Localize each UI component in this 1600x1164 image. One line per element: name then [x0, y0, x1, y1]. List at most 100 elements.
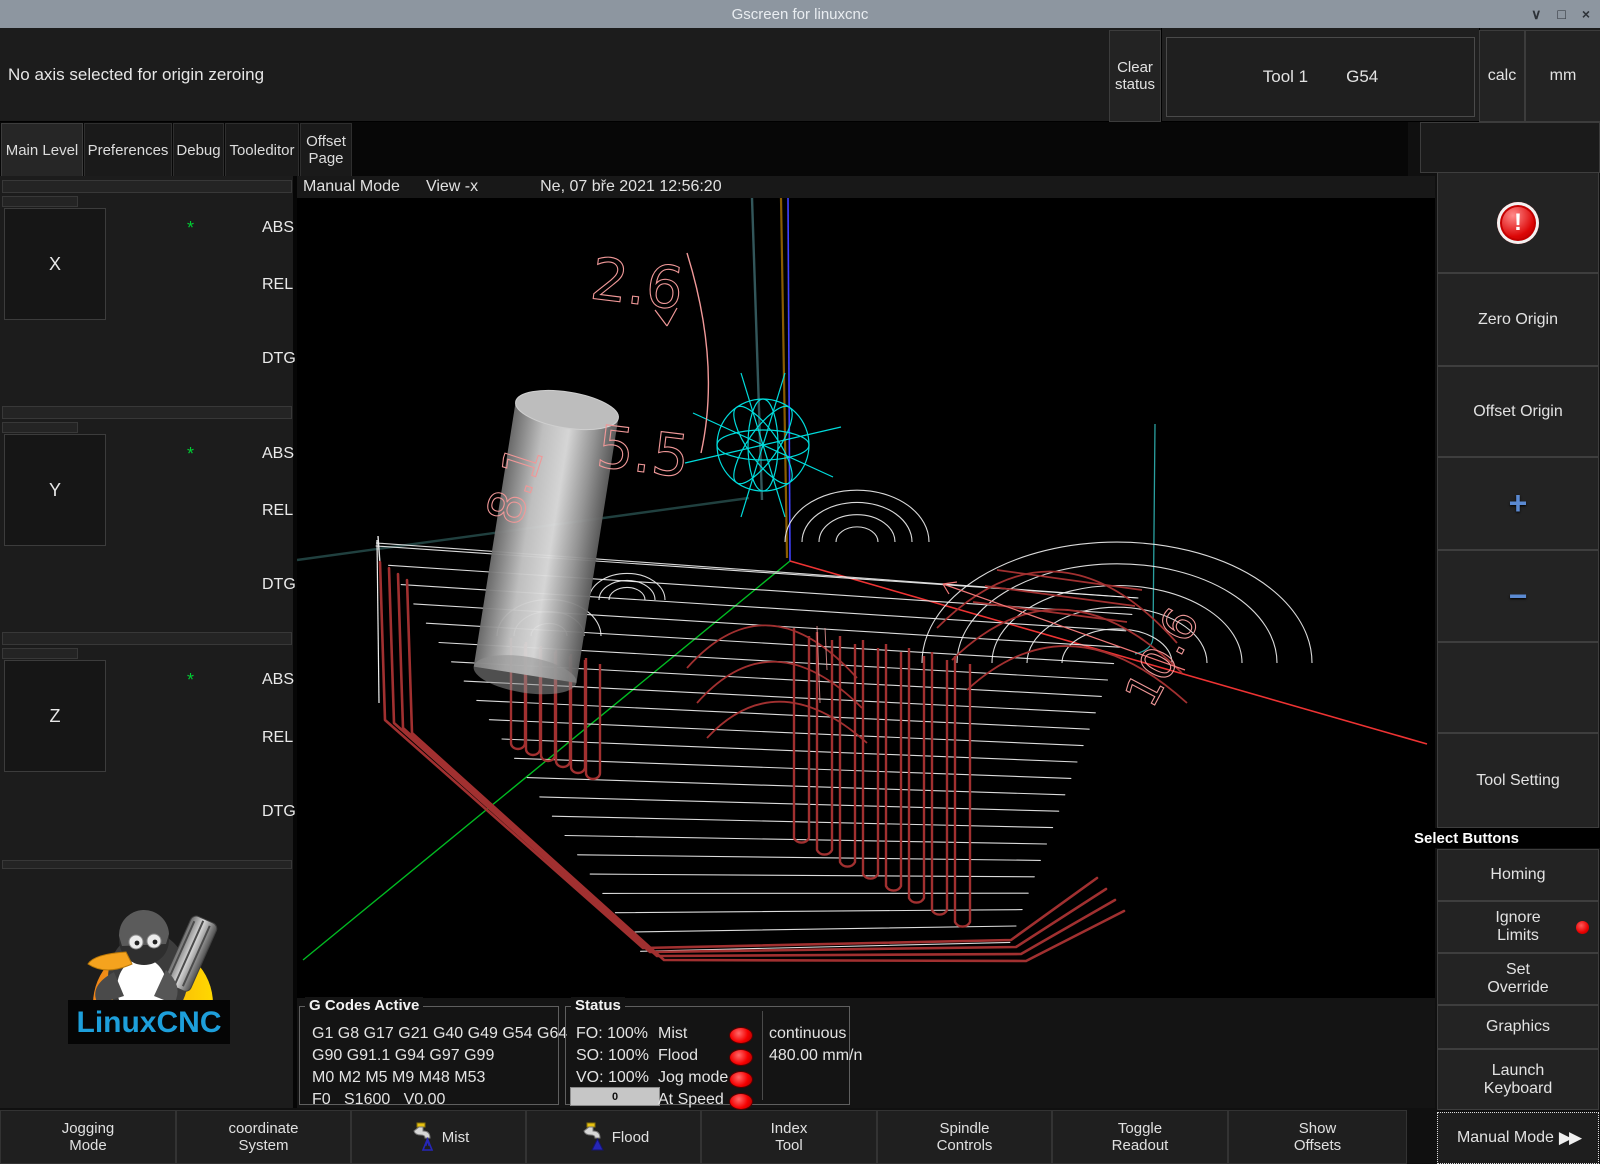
- tool-setting-button[interactable]: Tool Setting: [1437, 733, 1599, 828]
- abs-label-x: ABS: [262, 219, 294, 237]
- view-label: View -x: [426, 178, 478, 196]
- flood-button[interactable]: Flood: [526, 1110, 701, 1164]
- minimize-icon[interactable]: ∨: [1531, 6, 1541, 23]
- gscreen-window: Gscreen for linuxcnc ∨ □ × No axis selec…: [0, 0, 1600, 1164]
- minus-icon: −: [1509, 578, 1528, 615]
- velocity-override: VO: 100%: [576, 1069, 649, 1087]
- status-message: No axis selected for origin zeroing: [8, 28, 264, 121]
- mist-led: [729, 1027, 753, 1044]
- top-bar: No axis selected for origin zeroing Clea…: [0, 28, 1600, 122]
- gcode-line: M0 M2 M5 M9 M48 M53: [312, 1069, 552, 1091]
- manual-mode-button[interactable]: Manual Mode ▶▶: [1437, 1112, 1599, 1164]
- logo-text: LinuxCNC: [77, 1006, 222, 1039]
- jogmode-label: Jog mode: [658, 1069, 728, 1087]
- window-title: Gscreen for linuxcnc: [0, 6, 1600, 23]
- gcode-line: G1 G8 G17 G21 G40 G49 G54 G64: [312, 1025, 552, 1047]
- titlebar[interactable]: Gscreen for linuxcnc ∨ □ ×: [0, 0, 1600, 28]
- jogging-mode-button[interactable]: Jogging Mode: [0, 1110, 176, 1164]
- rel-label-z: REL: [262, 729, 293, 747]
- tab-tooleditor[interactable]: Tooleditor: [225, 123, 299, 177]
- axis-strip[interactable]: [2, 406, 292, 419]
- limit-led: [1576, 921, 1589, 934]
- abs-label-y: ABS: [262, 445, 294, 463]
- flood-label: Flood: [658, 1047, 698, 1065]
- jogmode-led: [729, 1071, 753, 1088]
- homing-button[interactable]: Homing: [1437, 849, 1599, 901]
- faucet-icon: [408, 1122, 434, 1152]
- mist-label: Mist: [658, 1025, 687, 1043]
- dim-2-6: 2.6: [587, 244, 687, 323]
- set-override-button[interactable]: Set Override: [1437, 953, 1599, 1005]
- coordinate-system-button[interactable]: coordinate System: [176, 1110, 351, 1164]
- gcode-line: G90 G91.1 G94 G97 G99: [312, 1047, 552, 1069]
- zoom-in-button[interactable]: +: [1437, 457, 1599, 550]
- select-buttons-header: Select Buttons: [1410, 828, 1600, 848]
- fast-forward-icon: ▶▶: [1559, 1128, 1579, 1148]
- maximize-icon[interactable]: □: [1557, 6, 1565, 22]
- axis-strip-handle[interactable]: [2, 648, 78, 659]
- graphics-button[interactable]: Graphics: [1437, 1005, 1599, 1049]
- flood-led: [729, 1049, 753, 1066]
- axis-strip: [2, 860, 292, 869]
- dim-5-5: 5.5: [593, 412, 693, 491]
- close-icon[interactable]: ×: [1582, 6, 1590, 22]
- status-frame: Status FO: 100% SO: 100% VO: 100% 0 Mist…: [565, 1006, 850, 1105]
- mist-button[interactable]: Mist: [351, 1110, 526, 1164]
- rel-label-x: REL: [262, 276, 293, 294]
- datetime-label: Ne, 07 bře 2021 12:56:20: [540, 178, 721, 196]
- units-button[interactable]: mm: [1525, 30, 1600, 122]
- axis-select-x[interactable]: X: [4, 208, 106, 320]
- offset-origin-button[interactable]: Offset Origin: [1437, 366, 1599, 457]
- spindle-controls-button[interactable]: Spindle Controls: [877, 1110, 1052, 1164]
- spare-button[interactable]: [1437, 642, 1599, 733]
- clear-status-button[interactable]: Clear status: [1109, 30, 1161, 122]
- atspeed-label: At Speed: [658, 1091, 724, 1109]
- rel-label-y: REL: [262, 502, 293, 520]
- gremlin-preview[interactable]: 2.6 8.1 5.5 10.6: [297, 198, 1435, 998]
- spindle-override: SO: 100%: [576, 1047, 649, 1065]
- status-title: Status: [571, 997, 625, 1014]
- gcodes-title: G Codes Active: [305, 997, 423, 1014]
- axis-select-z[interactable]: Z: [4, 660, 106, 772]
- launch-keyboard-button[interactable]: Launch Keyboard: [1437, 1049, 1599, 1110]
- dtg-label-y: DTG: [262, 576, 296, 594]
- tab-preferences[interactable]: Preferences: [84, 123, 172, 177]
- plus-icon: +: [1509, 485, 1528, 522]
- zoom-out-button[interactable]: −: [1437, 550, 1599, 642]
- mode-status-line: Manual Mode View -x Ne, 07 bře 2021 12:5…: [297, 176, 1435, 198]
- dtg-label-x: DTG: [262, 350, 296, 368]
- feed-override: FO: 100%: [576, 1025, 648, 1043]
- axis-strip[interactable]: [2, 632, 292, 645]
- abs-label-z: ABS: [262, 671, 294, 689]
- show-offsets-button[interactable]: Show Offsets: [1228, 1110, 1407, 1164]
- tool-number: Tool 1: [1263, 67, 1308, 87]
- tab-strip: Main Level Preferences Debug Tooleditor …: [0, 122, 1408, 176]
- tab-debug[interactable]: Debug: [173, 123, 224, 177]
- tab-main-level[interactable]: Main Level: [1, 123, 83, 177]
- jog-mode-value: continuous: [769, 1025, 846, 1043]
- homed-star-y: *: [187, 444, 194, 465]
- axis-select-y[interactable]: Y: [4, 434, 106, 546]
- gcodes-frame: G Codes Active G1 G8 G17 G21 G40 G49 G54…: [299, 1006, 559, 1105]
- tool-info-panel: Tool 1 G54: [1161, 28, 1480, 121]
- homed-star-x: *: [187, 218, 194, 239]
- homed-star-z: *: [187, 670, 194, 691]
- velocity-progress: 0: [570, 1087, 660, 1106]
- mode-label: Manual Mode: [303, 178, 400, 196]
- machine-state-panel: Estop Machine On: [1420, 122, 1600, 173]
- atspeed-led: [729, 1093, 753, 1110]
- axis-strip-handle[interactable]: [2, 196, 78, 207]
- axis-strip[interactable]: [2, 180, 292, 193]
- coord-system-label: G54: [1346, 67, 1378, 87]
- toggle-readout-button[interactable]: Toggle Readout: [1052, 1110, 1228, 1164]
- tab-offset-page[interactable]: Offset Page: [300, 123, 352, 177]
- jog-speed-value: 480.00 mm/n: [769, 1047, 862, 1065]
- linuxcnc-logo: LinuxCNC: [28, 900, 268, 1060]
- zero-origin-button[interactable]: Zero Origin: [1437, 273, 1599, 366]
- axis-strip-handle[interactable]: [2, 422, 78, 433]
- estop-reset-button[interactable]: !: [1437, 172, 1599, 273]
- index-tool-button[interactable]: Index Tool: [701, 1110, 877, 1164]
- calc-button[interactable]: calc: [1479, 30, 1525, 122]
- ignore-limits-button[interactable]: Ignore Limits: [1437, 901, 1599, 953]
- estop-icon: !: [1497, 202, 1539, 244]
